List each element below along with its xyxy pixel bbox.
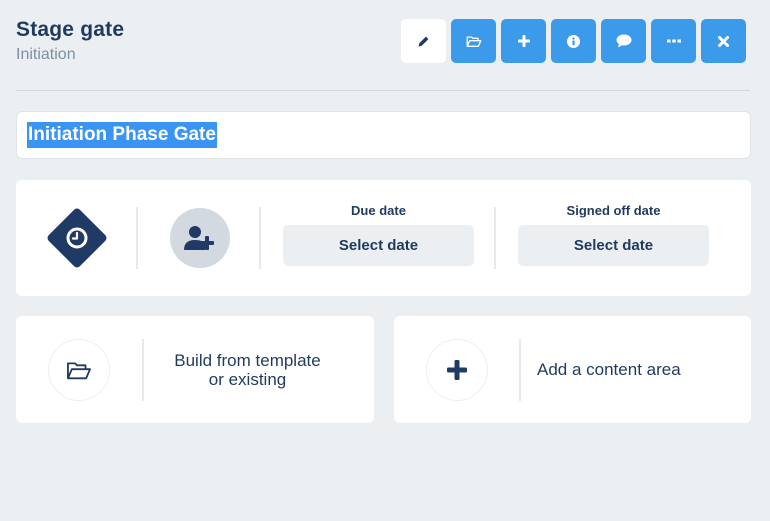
edit-button[interactable] [401,19,446,63]
comment-icon [616,34,631,48]
close-icon [718,35,729,47]
assign-user-button[interactable] [170,208,230,268]
signed-off-date-button[interactable]: Select date [518,225,709,266]
more-button[interactable] [651,19,696,63]
page-subtitle: Initiation [16,46,76,63]
close-button[interactable] [701,19,746,63]
add-button[interactable] [501,19,546,63]
ellipsis-icon [666,39,681,43]
pencil-icon [418,36,429,46]
clock-icon [66,227,88,249]
info-circle-icon [567,34,580,48]
gate-meta-card: Due date Select date Signed off date Sel… [16,180,751,296]
folder-open-icon [67,361,91,379]
signed-off-date-label: Signed off date [566,203,661,218]
info-button[interactable] [551,19,596,63]
build-label-line1: Build from template [174,351,321,370]
folder-open-icon [466,35,481,47]
gate-title-text[interactable]: Initiation Phase Gate [27,122,217,148]
add-content-area-label: Add a content area [537,360,681,379]
separator [136,207,138,269]
add-content-area-card[interactable]: Add a content area [394,316,751,423]
signed-off-date-group: Signed off date Select date [518,202,709,266]
due-date-label: Due date [351,203,406,218]
build-from-template-label: Build from template or existing [150,351,345,389]
user-plus-icon [184,226,214,250]
separator [142,339,144,401]
due-date-button[interactable]: Select date [283,225,474,266]
comment-button[interactable] [601,19,646,63]
open-button[interactable] [451,19,496,63]
gate-title-input[interactable]: Initiation Phase Gate [16,111,751,159]
due-date-group: Due date Select date [283,202,474,266]
build-label-line2: or existing [208,370,287,389]
separator [519,339,521,401]
build-icon-circle [48,339,110,401]
plus-icon [517,35,530,47]
gate-status-badge[interactable] [45,206,109,270]
add-icon-circle [426,339,488,401]
stage-gate-panel: Stage gate Initiation Initiation Phase G… [0,0,770,521]
separator [259,207,261,269]
toolbar [401,19,746,63]
separator [494,207,496,269]
header-divider [16,90,750,91]
page-title: Stage gate [16,18,125,41]
build-from-template-card[interactable]: Build from template or existing [16,316,374,423]
plus-icon [447,360,467,380]
